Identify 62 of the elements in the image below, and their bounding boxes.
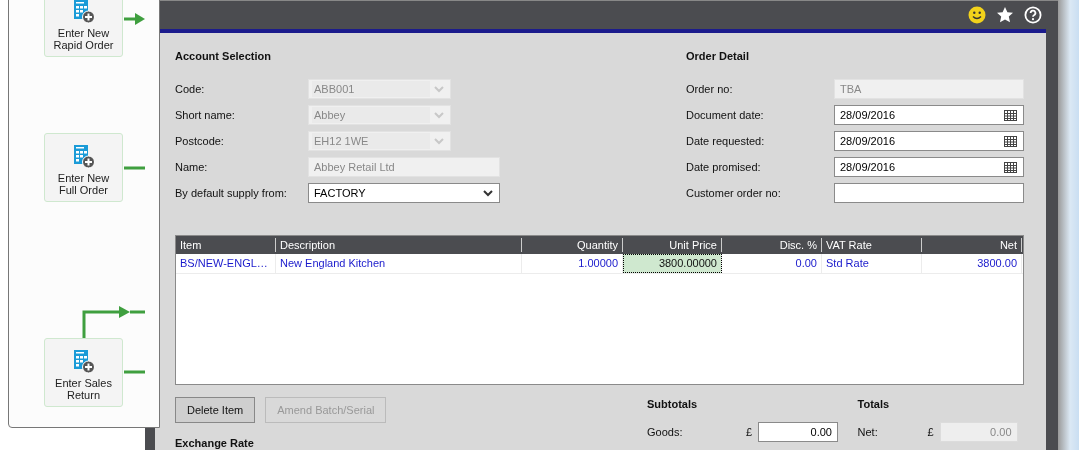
field-label: Date promised: (686, 161, 762, 173)
column-header[interactable]: Net (922, 238, 1022, 252)
section-heading: Subtotals (647, 397, 699, 411)
chevron-down-icon (483, 189, 493, 197)
field-label: Customer order no: (686, 187, 782, 199)
date-field[interactable]: 28/09/2016 (834, 157, 1024, 177)
section-heading: Totals (857, 397, 891, 411)
connector-line (124, 166, 145, 170)
chevron-down-icon (434, 137, 444, 145)
column-header[interactable]: Unit Price (623, 238, 722, 252)
delete-button[interactable]: Delete Item (175, 397, 256, 423)
table-cell[interactable]: Std Rate (822, 254, 922, 273)
chevron-down-icon (434, 85, 444, 93)
table-cell[interactable]: 0.00 (722, 254, 822, 273)
field-label: Order no: (686, 83, 734, 95)
field-label: Postcode: (175, 135, 225, 147)
document-add-icon (72, 0, 95, 24)
amount-field[interactable]: 0.00 (758, 422, 838, 442)
connector-arrow (124, 13, 145, 25)
section-heading: Account Selection (175, 49, 272, 64)
workflow-node[interactable]: Enter Sales Return (44, 338, 123, 407)
node-label: Enter New Full Order (57, 172, 110, 196)
date-field[interactable]: 28/09/2016 (834, 105, 1024, 125)
field-label: Date requested: (686, 135, 766, 147)
column-header[interactable]: VAT Rate (822, 238, 922, 252)
table-cell[interactable]: New England Kitchen (276, 254, 522, 273)
help-icon[interactable] (1024, 6, 1042, 24)
total-label: Goods: (647, 426, 684, 438)
table-cell[interactable]: BS/NEW-ENGL… (176, 254, 276, 273)
calendar-icon[interactable] (1004, 161, 1017, 173)
calendar-icon[interactable] (1004, 135, 1017, 147)
column-header[interactable]: Description (276, 238, 522, 252)
total-label: Net: (857, 426, 879, 438)
column-header[interactable]: Disc. % (722, 238, 822, 252)
workflow-node[interactable]: Enter New Full Order (44, 133, 123, 202)
chevron-down-icon (434, 111, 444, 119)
field-label: Name: (175, 161, 209, 173)
workflow-node[interactable]: Enter New Rapid Order (44, 0, 123, 57)
field-label: Code: (175, 83, 206, 95)
column-header[interactable]: Quantity (522, 238, 623, 252)
smiley-icon[interactable] (968, 6, 986, 24)
section-heading: Exchange Rate (175, 436, 255, 450)
connector-arrow (82, 306, 145, 338)
document-add-icon (72, 350, 95, 374)
table-cell[interactable]: 3800.00000 (623, 254, 722, 273)
document-add-icon (72, 145, 95, 169)
currency-symbol: £ (927, 426, 935, 438)
text-field[interactable] (834, 183, 1024, 203)
table-cell[interactable]: 3800.00 (922, 254, 1022, 273)
field-label: Short name: (175, 109, 236, 121)
node-label: Enter New Rapid Order (53, 27, 114, 51)
date-field[interactable]: 28/09/2016 (834, 131, 1024, 151)
field-label: Document date: (686, 109, 765, 121)
section-heading: Order Detail (686, 49, 750, 64)
currency-symbol: £ (746, 426, 754, 438)
column-header[interactable]: Item (176, 238, 276, 252)
star-icon[interactable] (996, 6, 1014, 24)
connector-line (124, 370, 145, 374)
dropdown-field[interactable]: FACTORY (308, 183, 500, 203)
node-label: Enter Sales Return (55, 377, 112, 401)
field-label: By default supply from: (175, 187, 288, 199)
calendar-icon[interactable] (1004, 109, 1017, 121)
